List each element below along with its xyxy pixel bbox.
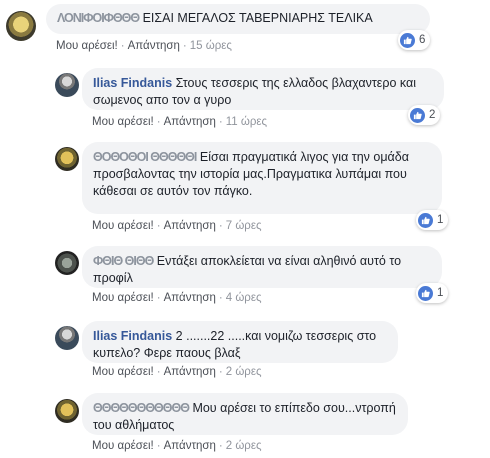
- avatar[interactable]: [55, 147, 79, 171]
- reply-link[interactable]: Απάντηση: [164, 116, 216, 128]
- reply-link[interactable]: Απάντηση: [164, 440, 216, 452]
- timestamp[interactable]: 11 ώρες: [226, 116, 267, 128]
- author-name-obscured[interactable]: ΛΟΝΙΦΟΙΦΘΘΘ: [57, 11, 140, 25]
- comment-actions: Μου αρέσει! · Απάντηση · 2 ώρες: [92, 366, 262, 378]
- reaction-count-badge[interactable]: 1: [416, 210, 449, 230]
- separator-dot: ·: [156, 116, 161, 128]
- separator-dot: ·: [156, 440, 161, 452]
- separator-dot: ·: [218, 220, 223, 232]
- comment-actions: Μου αρέσει! · Απάντηση · 2 ώρες: [92, 440, 262, 452]
- comment-text: ΕΙΣΑΙ ΜΕΓΑΛΟΣ ΤΑΒΕΡΝΙΑΡΗΣ ΤΕΛΙΚΑ: [142, 11, 373, 25]
- like-thumb-icon: [410, 107, 425, 123]
- like-link[interactable]: Μου αρέσει!: [92, 220, 154, 232]
- reply-link[interactable]: Απάντηση: [164, 292, 216, 304]
- comment-bubble: ΛΟΝΙΦΟΙΦΘΘΘ ΕΙΣΑΙ ΜΕΓΑΛΟΣ ΤΑΒΕΡΝΙΑΡΗΣ ΤΕ…: [46, 4, 430, 34]
- comment-bubble: ΘΟΘΟΘΟΙ ΘΘΘΘΘΙ Είσαι πραγματικά λιγος γι…: [82, 142, 442, 214]
- separator-dot: ·: [218, 292, 223, 304]
- like-link[interactable]: Μου αρέσει!: [56, 40, 118, 52]
- author-name[interactable]: Ilias Findanis: [93, 76, 172, 90]
- timestamp[interactable]: 2 ώρες: [226, 440, 262, 452]
- separator-dot: ·: [120, 40, 125, 52]
- like-link[interactable]: Μου αρέσει!: [92, 116, 154, 128]
- author-name[interactable]: Ilias Findanis: [93, 329, 172, 343]
- timestamp[interactable]: 15 ώρες: [190, 40, 232, 52]
- reaction-count-badge[interactable]: 6: [398, 30, 431, 50]
- author-name-obscured[interactable]: ΘΘΘΘΘΘΘΘΘΘΘ: [93, 401, 190, 415]
- comment-actions: Μου αρέσει! · Απάντηση · 7 ώρες: [92, 220, 262, 232]
- separator-dot: ·: [218, 366, 223, 378]
- reply-link[interactable]: Απάντηση: [128, 40, 180, 52]
- separator-dot: ·: [218, 116, 223, 128]
- separator-dot: ·: [182, 40, 187, 52]
- comment-bubble: ΦΘΙΘ ΘΙΘΘ Εντάξει αποκλείεται να είναι α…: [82, 246, 442, 288]
- like-thumb-icon: [400, 32, 415, 48]
- separator-dot: ·: [156, 292, 161, 304]
- timestamp[interactable]: 4 ώρες: [226, 292, 262, 304]
- comment-actions: Μου αρέσει! · Απάντηση · 11 ώρες: [92, 116, 267, 128]
- reaction-count-badge[interactable]: 2: [408, 105, 441, 125]
- like-thumb-icon: [418, 212, 433, 228]
- comment-actions: Μου αρέσει! · Απάντηση · 15 ώρες: [56, 40, 232, 52]
- separator-dot: ·: [156, 220, 161, 232]
- separator-dot: ·: [218, 440, 223, 452]
- reply-link[interactable]: Απάντηση: [164, 366, 216, 378]
- author-name-obscured[interactable]: ΘΟΘΟΘΟΙ ΘΘΘΘΘΙ: [93, 150, 197, 164]
- like-link[interactable]: Μου αρέσει!: [92, 440, 154, 452]
- timestamp[interactable]: 7 ώρες: [226, 220, 262, 232]
- avatar[interactable]: [55, 326, 79, 350]
- reaction-count: 1: [437, 214, 444, 226]
- comment-bubble: Ilias Findanis Στους τεσσερις της ελλαδο…: [82, 68, 444, 110]
- comment-actions: Μου αρέσει! · Απάντηση · 4 ώρες: [92, 292, 262, 304]
- timestamp[interactable]: 2 ώρες: [226, 366, 262, 378]
- reaction-count-badge[interactable]: 1: [416, 283, 449, 303]
- reaction-count: 6: [419, 34, 426, 46]
- reply-link[interactable]: Απάντηση: [164, 220, 216, 232]
- like-link[interactable]: Μου αρέσει!: [92, 292, 154, 304]
- avatar[interactable]: [6, 11, 36, 41]
- avatar[interactable]: [55, 251, 79, 275]
- author-name-obscured[interactable]: ΦΘΙΘ ΘΙΘΘ: [93, 254, 154, 268]
- like-thumb-icon: [418, 285, 433, 301]
- avatar[interactable]: [55, 73, 79, 97]
- reaction-count: 2: [429, 109, 436, 121]
- comment-bubble: ΘΘΘΘΘΘΘΘΘΘΘ Μου αρέσει το επίπεδο σου...…: [82, 393, 408, 435]
- like-link[interactable]: Μου αρέσει!: [92, 366, 154, 378]
- separator-dot: ·: [156, 366, 161, 378]
- reaction-count: 1: [437, 287, 444, 299]
- comment-bubble: Ilias Findanis 2 .......22 .....και νομι…: [82, 321, 398, 363]
- avatar[interactable]: [55, 399, 79, 423]
